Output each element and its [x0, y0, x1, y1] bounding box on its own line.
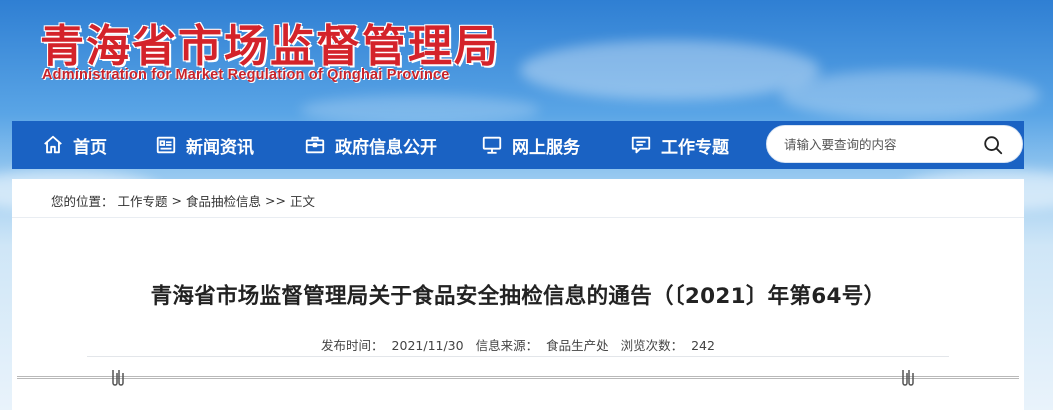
breadcrumb-prefix: 您的位置：	[51, 194, 114, 209]
breadcrumb-link-food-inspection[interactable]: 食品抽检信息	[186, 191, 261, 210]
article-title: 青海省市场监督管理局关于食品安全抽检信息的通告（〔2021〕年第64号）	[150, 284, 886, 309]
paperclip-icon	[112, 370, 124, 386]
news-icon	[156, 136, 176, 154]
nav-label: 首页	[73, 137, 107, 158]
breadcrumb-separator: >	[171, 193, 183, 208]
briefcase-icon	[305, 136, 325, 154]
content-panel: 您的位置： 工作专题 > 食品抽检信息 >> 正文 青海省市场监督管理局关于食品…	[12, 179, 1024, 410]
publish-date: 2021/11/30	[391, 338, 464, 353]
breadcrumb: 您的位置： 工作专题 > 食品抽检信息 >> 正文	[51, 191, 315, 210]
paperclip-icon	[902, 370, 914, 386]
source-value: 食品生产处	[546, 338, 609, 353]
nav-label: 工作专题	[661, 137, 729, 158]
search-box	[766, 125, 1023, 163]
breadcrumb-divider	[12, 217, 1024, 218]
publish-date-label: 发布时间：	[321, 338, 384, 353]
breadcrumb-separator: >>	[265, 193, 286, 208]
nav-label: 网上服务	[512, 137, 580, 158]
nav-item-news[interactable]: 新闻资讯	[155, 121, 254, 169]
nav-label: 政府信息公开	[335, 137, 437, 158]
nav-label: 新闻资讯	[186, 137, 254, 158]
views-count: 242	[691, 338, 715, 353]
chat-icon	[631, 136, 651, 154]
cloud-decoration	[780, 70, 1040, 120]
cloud-decoration	[520, 40, 820, 100]
meta-divider	[87, 356, 949, 357]
content-divider	[17, 376, 1019, 379]
search-icon[interactable]	[982, 134, 1004, 156]
site-title[interactable]: 青海省市场监督管理局	[40, 10, 500, 74]
article-meta: 发布时间： 2021/11/30 信息来源： 食品生产处 浏览次数： 242	[12, 335, 1024, 354]
nav-item-online-service[interactable]: 网上服务	[481, 121, 580, 169]
nav-item-gov-info[interactable]: 政府信息公开	[304, 121, 437, 169]
monitor-icon	[482, 136, 502, 154]
source-label: 信息来源：	[475, 338, 539, 353]
nav-item-home[interactable]: 首页	[42, 121, 107, 169]
nav-item-work-topics[interactable]: 工作专题	[630, 121, 729, 169]
views-label: 浏览次数：	[620, 338, 684, 353]
search-input[interactable]	[784, 129, 974, 159]
breadcrumb-link-work-topics[interactable]: 工作专题	[118, 191, 168, 210]
home-icon	[44, 135, 62, 154]
site-subtitle: Administration for Market Regulation of …	[42, 67, 450, 83]
breadcrumb-current: 正文	[289, 194, 315, 209]
